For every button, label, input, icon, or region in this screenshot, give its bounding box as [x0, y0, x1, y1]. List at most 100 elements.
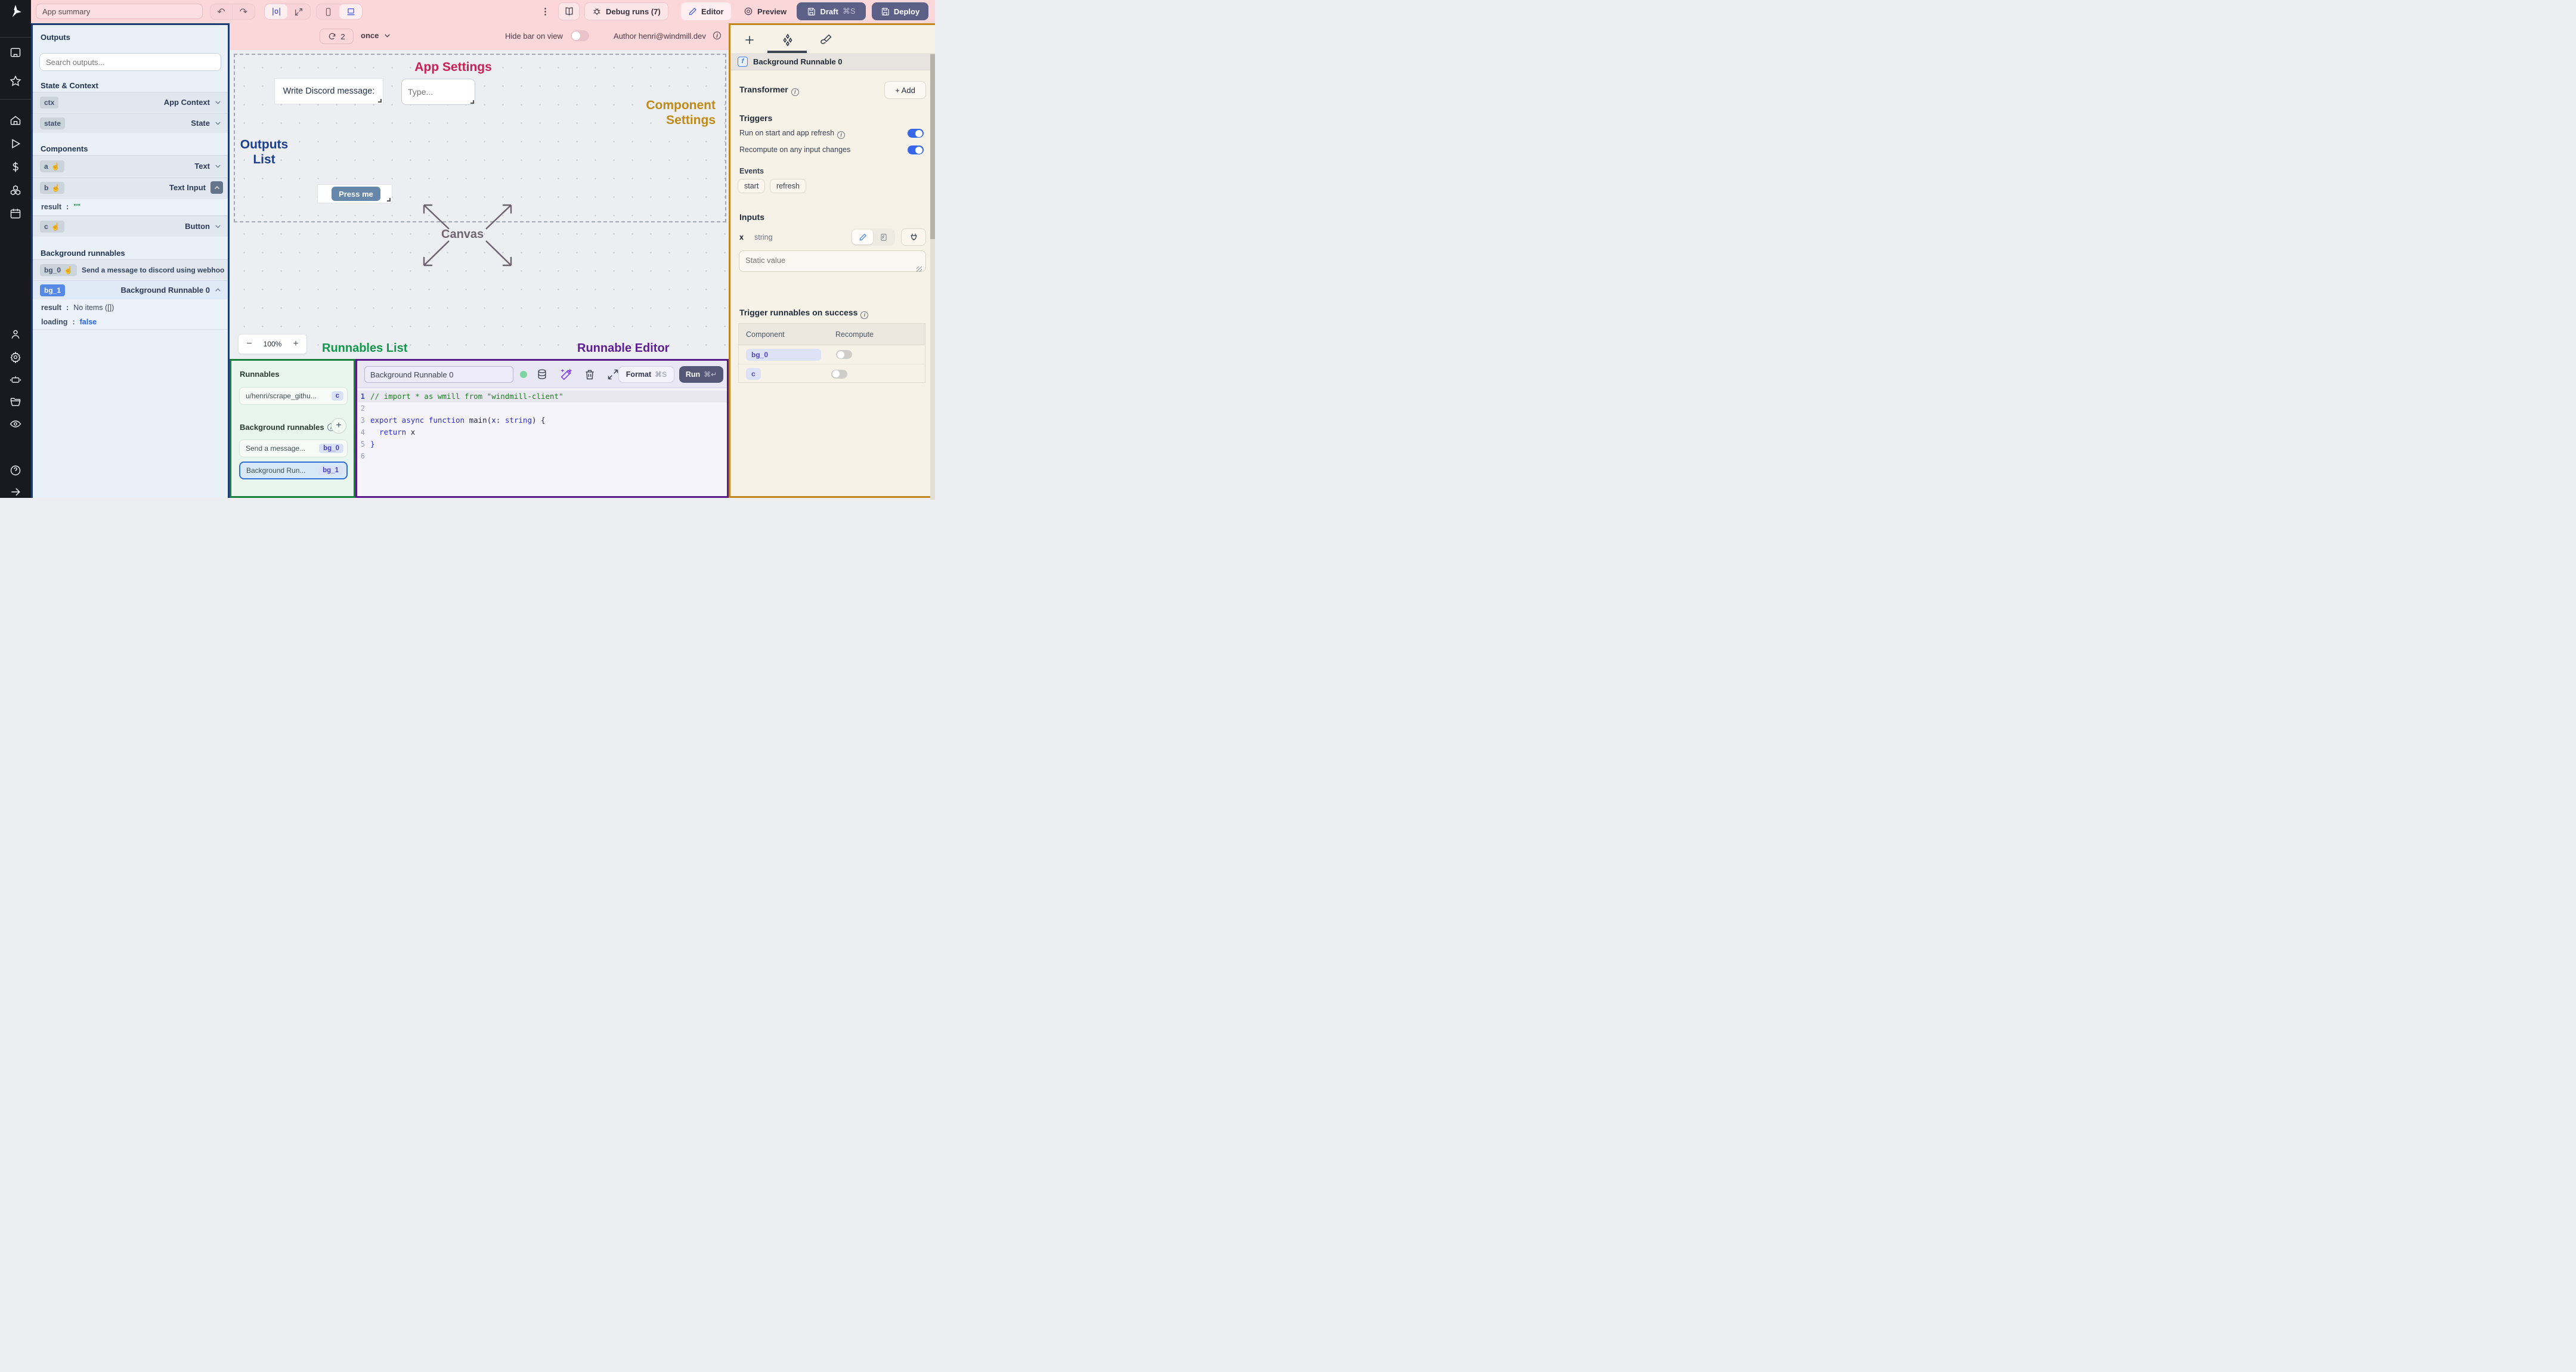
code-line-1[interactable]: 1 // import * as wmill from "windmill-cl… — [357, 391, 727, 402]
output-row-state[interactable]: state State — [33, 113, 228, 133]
scrollbar-thumb[interactable] — [930, 54, 935, 239]
output-row-c[interactable]: c ☝ Button — [33, 215, 228, 237]
variables-dollar-icon[interactable] — [10, 161, 21, 173]
trigger-row1-label: Run on start and app refresh i — [739, 129, 846, 139]
cache-database-icon[interactable] — [536, 368, 548, 380]
code-line-6[interactable]: 6 — [357, 450, 727, 462]
windmill-logo[interactable] — [8, 4, 23, 19]
expand-editor-icon[interactable] — [607, 368, 619, 380]
apps-icon[interactable] — [10, 47, 21, 58]
docs-button[interactable] — [558, 2, 580, 20]
add-background-runnable-button[interactable]: + — [331, 418, 346, 433]
draft-label: Draft — [820, 7, 838, 16]
redo-button[interactable]: ↷ — [233, 4, 255, 19]
collapse-chevron-up-button[interactable] — [210, 181, 223, 194]
run-button[interactable]: Run ⌘↵ — [679, 366, 723, 383]
selected-component-header[interactable]: f Background Runnable 0 — [730, 53, 933, 70]
c-type: Button — [185, 222, 210, 231]
help-icon[interactable] — [10, 464, 21, 476]
add-transformer-button[interactable]: + Add — [884, 81, 926, 99]
runs-play-icon[interactable] — [10, 138, 21, 150]
event-chip-start[interactable]: start — [738, 179, 766, 193]
workers-robot-icon[interactable] — [10, 374, 21, 386]
info-icon[interactable]: i — [837, 131, 846, 139]
resources-cubes-icon[interactable] — [10, 184, 21, 196]
settings-gear-icon[interactable] — [10, 351, 21, 363]
ai-magic-wand-icon[interactable] — [561, 368, 572, 380]
styling-brush-tab[interactable] — [817, 31, 835, 49]
fullscreen-button[interactable] — [287, 4, 310, 19]
editor-tab-button[interactable]: Editor — [681, 2, 731, 20]
bg0-recompute-toggle[interactable] — [836, 350, 852, 359]
code-line-2[interactable]: 2 — [357, 402, 727, 414]
more-menu-kebab[interactable]: ⋮ — [541, 6, 550, 17]
runnable-item-script[interactable]: u/henri/scrape_githu... c — [239, 387, 348, 405]
insert-component-tab[interactable] — [741, 31, 758, 49]
users-person-icon[interactable] — [10, 329, 21, 340]
eval-mode-button[interactable] — [873, 230, 894, 244]
draft-button[interactable]: Draft ⌘S — [797, 2, 866, 20]
code-line-5[interactable]: 5 } — [357, 438, 727, 450]
output-row-b[interactable]: b ☝ Text Input — [33, 177, 228, 197]
button-component-c[interactable]: Press me — [318, 185, 392, 203]
zoom-in-button[interactable]: + — [285, 335, 306, 354]
schedules-calendar-icon[interactable] — [10, 207, 21, 219]
output-row-ctx[interactable]: ctx App Context — [33, 92, 228, 112]
run-on-start-toggle[interactable] — [908, 129, 924, 138]
resize-handle[interactable] — [378, 99, 382, 103]
app-summary-input[interactable] — [36, 4, 203, 19]
text-input-component-b[interactable] — [401, 79, 475, 105]
runnable-name-input[interactable] — [364, 366, 513, 383]
text-component-a[interactable]: Write Discord message: — [275, 79, 383, 104]
schedule-select[interactable]: once — [361, 31, 391, 40]
desktop-view-button[interactable] — [339, 4, 362, 19]
code-line-4[interactable]: 4 return x — [357, 426, 727, 438]
author-info-icon[interactable]: i — [713, 32, 721, 39]
scrollbar-track[interactable] — [930, 53, 935, 500]
press-me-button[interactable]: Press me — [332, 187, 380, 201]
triggers-title: Triggers — [739, 113, 773, 123]
textarea-resize-handle[interactable] — [917, 267, 922, 272]
delete-trash-icon[interactable] — [584, 368, 596, 380]
centered-layout-button[interactable] — [265, 4, 287, 19]
runnable-item-bg0[interactable]: Send a message... bg_0 — [239, 439, 348, 457]
event-chip-refresh[interactable]: refresh — [770, 179, 806, 193]
undo-button[interactable]: ↶ — [210, 4, 233, 19]
save-icon — [808, 7, 816, 16]
debug-runs-button[interactable]: Debug runs (7) — [584, 2, 668, 20]
type-input[interactable] — [401, 79, 475, 105]
resize-handle[interactable] — [387, 198, 391, 202]
connect-plug-button[interactable] — [901, 228, 926, 246]
audit-eye-icon[interactable] — [10, 418, 21, 430]
rail-divider — [0, 99, 31, 100]
preview-tab-button[interactable]: Preview — [736, 2, 794, 20]
code-line-3[interactable]: 3 export async function main(x: string) … — [357, 414, 727, 426]
hide-bar-toggle[interactable] — [571, 30, 589, 41]
info-icon[interactable]: i — [860, 311, 869, 319]
output-row-bg1[interactable]: bg_1 Background Runnable 0 — [33, 280, 228, 299]
output-row-a[interactable]: a ☝ Text — [33, 155, 228, 176]
runnable-item-bg1-selected[interactable]: Background Run... bg_1 — [239, 462, 348, 479]
output-row-bg0[interactable]: bg_0 ☝ Send a message to discord using we… — [33, 259, 228, 280]
recompute-toggle[interactable] — [908, 145, 924, 154]
collapse-arrow-icon[interactable] — [10, 486, 21, 498]
favorites-star-icon[interactable] — [10, 75, 21, 87]
mobile-view-button[interactable] — [317, 4, 339, 19]
settings-tab-active[interactable] — [779, 31, 797, 49]
info-icon[interactable]: i — [791, 88, 799, 96]
static-value-textarea[interactable] — [739, 250, 926, 272]
chevron-down-icon — [215, 165, 221, 168]
annotation-app-settings: App Settings — [414, 60, 492, 74]
c-recompute-toggle[interactable] — [831, 369, 847, 379]
deploy-button[interactable]: Deploy — [872, 2, 928, 20]
resize-handle[interactable] — [470, 100, 474, 104]
centered-layout-icon — [272, 8, 280, 16]
static-mode-button[interactable] — [852, 230, 873, 244]
folders-icon[interactable] — [10, 396, 21, 408]
refresh-count-button[interactable]: 2 — [320, 29, 354, 44]
format-button[interactable]: Format ⌘S — [618, 366, 674, 383]
home-icon[interactable] — [10, 114, 21, 126]
paintbrush-icon — [821, 34, 832, 44]
zoom-out-button[interactable]: − — [239, 335, 260, 354]
search-outputs-input[interactable] — [39, 53, 221, 71]
